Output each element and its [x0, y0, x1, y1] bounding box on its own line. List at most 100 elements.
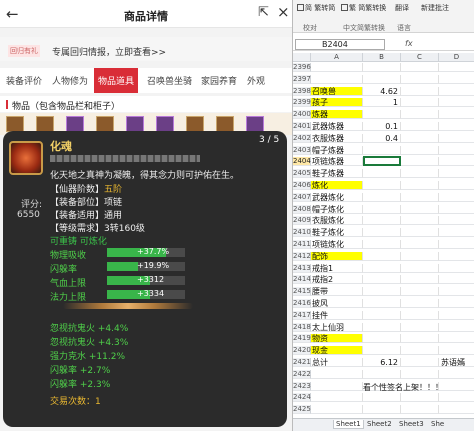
cell[interactable]: [363, 74, 401, 84]
cell[interactable]: [401, 251, 439, 261]
close-icon[interactable]: ×: [277, 3, 290, 21]
row-number[interactable]: 2407: [293, 192, 311, 202]
cell[interactable]: [439, 216, 474, 226]
cell[interactable]: [401, 393, 439, 403]
cell[interactable]: [439, 181, 474, 190]
cell[interactable]: [439, 346, 474, 356]
cell[interactable]: [439, 63, 474, 72]
row-number[interactable]: 2398: [293, 86, 311, 96]
cell[interactable]: [401, 98, 439, 108]
cell[interactable]: [363, 334, 401, 344]
row-number[interactable]: 2419: [293, 334, 311, 344]
active-cell-outline[interactable]: [363, 156, 401, 167]
cell[interactable]: 鞋子炼器: [311, 169, 363, 179]
row-number[interactable]: 2409: [293, 216, 311, 226]
cell[interactable]: 项链炼化: [311, 240, 363, 249]
column-header[interactable]: D: [439, 53, 474, 62]
cell[interactable]: [363, 169, 401, 179]
cell[interactable]: [439, 370, 474, 379]
tab-appearance[interactable]: 外观: [247, 74, 265, 87]
cell[interactable]: [401, 110, 439, 120]
cell[interactable]: 4.62: [363, 86, 401, 96]
item-thumbnail[interactable]: [156, 116, 174, 132]
row-number[interactable]: 2416: [293, 299, 311, 308]
row-number[interactable]: 2403: [293, 145, 311, 155]
sheet-tab[interactable]: Sheet3: [399, 420, 424, 428]
cell[interactable]: 0.1: [363, 122, 401, 131]
item-thumbnail[interactable]: [246, 116, 264, 132]
simp-trad-convert-button[interactable]: 繁 简繁转换: [341, 3, 386, 13]
name-box[interactable]: B2404: [295, 39, 385, 50]
cell[interactable]: [439, 264, 474, 273]
row-number[interactable]: 2411: [293, 240, 311, 249]
fx-icon[interactable]: fx: [405, 39, 413, 48]
cell[interactable]: [401, 263, 439, 273]
cell[interactable]: 1: [363, 98, 401, 108]
item-thumbnail[interactable]: [96, 116, 114, 132]
row-number[interactable]: 2412: [293, 251, 311, 261]
cell[interactable]: [363, 228, 401, 238]
cell[interactable]: [311, 393, 363, 403]
cell[interactable]: 武器炼器: [311, 122, 363, 131]
cell[interactable]: [401, 346, 439, 356]
cell[interactable]: 6.12: [363, 358, 401, 367]
cell[interactable]: [401, 228, 439, 238]
cell[interactable]: [439, 122, 474, 131]
return-info-link[interactable]: 专属回归情报，立即查看>>: [52, 45, 166, 58]
translate-button[interactable]: 翻译: [395, 3, 409, 13]
cell[interactable]: 孩子: [311, 98, 363, 108]
cell[interactable]: [439, 240, 474, 249]
item-thumbnail[interactable]: [126, 116, 144, 132]
cell[interactable]: [363, 299, 401, 308]
cell[interactable]: [401, 369, 439, 379]
row-number[interactable]: 2406: [293, 181, 311, 190]
item-thumbnail[interactable]: [66, 116, 84, 132]
row-number[interactable]: 2414: [293, 275, 311, 285]
cell[interactable]: 衣服炼器: [311, 133, 363, 143]
cell[interactable]: [439, 75, 474, 84]
cell[interactable]: [363, 275, 401, 285]
cell[interactable]: 帽子炼器: [311, 145, 363, 155]
cell[interactable]: [439, 134, 474, 143]
cell[interactable]: [311, 369, 363, 379]
cell[interactable]: [401, 157, 439, 167]
cell[interactable]: 衣服炼化: [311, 216, 363, 226]
item-thumbnail[interactable]: [6, 116, 24, 132]
cell[interactable]: [363, 310, 401, 320]
cell[interactable]: 召唤兽: [311, 86, 363, 96]
cell[interactable]: [439, 311, 474, 320]
sheet-tab[interactable]: She: [431, 420, 444, 428]
tab-equipment-review[interactable]: 装备评价: [6, 74, 42, 87]
cell[interactable]: 炼器: [311, 110, 363, 120]
cell[interactable]: [401, 204, 439, 214]
cell[interactable]: [311, 405, 363, 415]
cell[interactable]: [401, 86, 439, 96]
cell[interactable]: [363, 204, 401, 214]
cell[interactable]: [401, 334, 439, 344]
cell[interactable]: [439, 334, 474, 344]
column-header[interactable]: C: [401, 53, 439, 62]
cell[interactable]: [363, 216, 401, 226]
tab-home-breeding[interactable]: 家园养育: [201, 74, 237, 87]
row-number[interactable]: 2410: [293, 228, 311, 238]
row-number[interactable]: 2421: [293, 358, 311, 367]
cell[interactable]: [439, 252, 474, 261]
row-number[interactable]: 2424: [293, 393, 311, 403]
trad-to-simp-button[interactable]: 简 繁转简: [297, 3, 335, 13]
cell[interactable]: [401, 122, 439, 131]
cell[interactable]: [401, 133, 439, 143]
cell[interactable]: 挂件: [311, 310, 363, 320]
cell[interactable]: [401, 322, 439, 332]
row-number[interactable]: 2408: [293, 204, 311, 214]
cell[interactable]: [439, 405, 474, 415]
row-number[interactable]: 2423: [293, 381, 311, 391]
cell[interactable]: 戒指1: [311, 263, 363, 273]
cell[interactable]: [439, 110, 474, 120]
cell[interactable]: [439, 287, 474, 297]
cell[interactable]: [363, 322, 401, 332]
cell[interactable]: [363, 192, 401, 202]
return-info-banner[interactable]: 回归有礼 专属回归情报，立即查看>>: [0, 37, 292, 61]
cell[interactable]: [401, 405, 439, 415]
cell[interactable]: [363, 110, 401, 120]
row-number[interactable]: 2422: [293, 369, 311, 379]
